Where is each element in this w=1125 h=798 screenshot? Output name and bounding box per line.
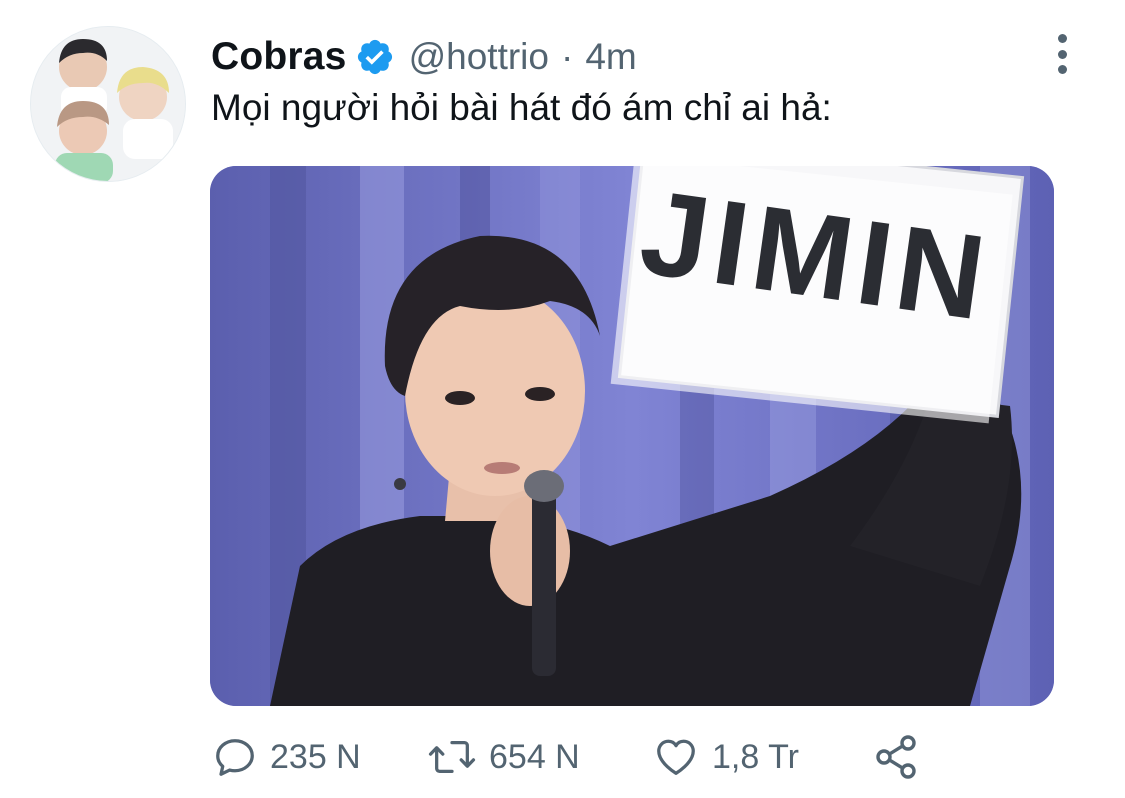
retweet-count: 654 N — [489, 737, 580, 776]
separator-dot: · — [560, 36, 574, 77]
retweet-button[interactable]: 654 N — [427, 730, 580, 784]
verified-badge-icon — [355, 37, 395, 77]
display-name[interactable]: Cobras — [211, 35, 347, 79]
heart-icon — [657, 739, 695, 775]
reply-count: 235 N — [270, 737, 361, 776]
retweet-icon — [428, 740, 476, 774]
more-vertical-icon — [1057, 34, 1067, 43]
tweet-card[interactable]: Cobras @hottrio · 4m Mọi người hỏi bài h… — [0, 0, 1125, 798]
tweet-media[interactable]: JIMIN — [210, 166, 1054, 706]
tweet-header: Cobras @hottrio · 4m — [211, 32, 637, 82]
tweet-text: Mọi người hỏi bài hát đó ám chỉ ai hả: — [211, 87, 832, 128]
action-bar: 235 N 654 N 1,8 Tr — [212, 730, 932, 784]
share-button[interactable] — [872, 730, 920, 784]
avatar-image — [31, 27, 185, 181]
media-image: JIMIN — [210, 166, 1054, 706]
like-count: 1,8 Tr — [712, 737, 799, 776]
more-options-button[interactable] — [1046, 34, 1078, 74]
timestamp[interactable]: 4m — [585, 36, 636, 78]
handle[interactable]: @hottrio — [409, 36, 549, 78]
reply-icon — [216, 739, 254, 776]
like-button[interactable]: 1,8 Tr — [652, 730, 799, 784]
avatar[interactable] — [30, 26, 186, 182]
share-icon — [876, 735, 916, 779]
reply-button[interactable]: 235 N — [212, 730, 361, 784]
